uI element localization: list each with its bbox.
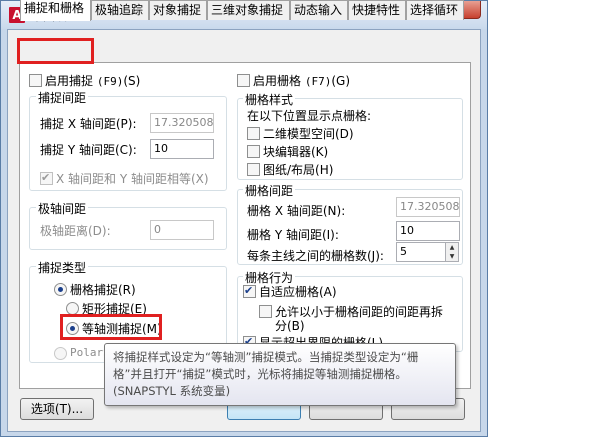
snap-spacing-title: 捕捉间距 — [36, 89, 89, 106]
snap-y-spacing-label: 捕捉 Y 轴间距(C): — [40, 143, 137, 157]
grid-snap-radio[interactable] — [54, 283, 67, 296]
grid-snap-label: 栅格捕捉(R) — [70, 283, 136, 297]
grid-x-spacing-input[interactable]: 17.3205080 — [396, 197, 460, 217]
enable-grid-checkbox[interactable] — [237, 74, 250, 87]
isometric-snap-label: 等轴测捕捉(M) — [82, 322, 162, 336]
grid-style-title: 栅格样式 — [243, 91, 296, 108]
tab-selection-cycling[interactable]: 选择循环 — [406, 0, 464, 20]
tab-dynamic-input[interactable]: 动态输入 — [290, 0, 348, 20]
enable-snap-checkbox[interactable] — [29, 74, 42, 87]
tooltip-line-2: 格”并且打开“捕捉”模式时，光标将捕捉等轴测捕捉栅格。 — [113, 367, 407, 381]
allow-subdivision-checkbox[interactable] — [259, 305, 272, 318]
rect-snap-label: 矩形捕捉(E) — [82, 302, 147, 316]
tab-polar-tracking[interactable]: 极轴追踪 — [91, 0, 149, 20]
grid-spacing-title: 栅格间距 — [243, 182, 296, 199]
model-space-checkbox[interactable] — [247, 127, 260, 140]
block-editor-checkbox[interactable] — [247, 145, 260, 158]
polar-distance-label: 极轴距离(D): — [40, 224, 111, 238]
grid-y-spacing-label: 栅格 Y 轴间距(I): — [247, 228, 339, 242]
rect-snap-radio[interactable] — [66, 302, 79, 315]
tooltip-line-1: 将捕捉样式设定为“等轴测”捕捉模式。当捕捉类型设定为“栅 — [113, 350, 419, 364]
allow-subdivision-label-2: 分(B) — [275, 319, 305, 333]
isometric-snap-radio[interactable] — [66, 322, 79, 335]
tab-3d-object-snap[interactable]: 三维对象捕捉 — [207, 0, 290, 20]
polar-spacing-title: 极轴间距 — [36, 200, 89, 217]
grid-style-hint: 在以下位置显示点栅格: — [247, 109, 372, 123]
major-line-spinner[interactable]: ▲ ▼ — [446, 242, 459, 262]
grid-y-spacing-input[interactable]: 10 — [396, 221, 460, 241]
equal-spacing-label: X 轴间距和 Y 轴间距相等(X) — [56, 172, 209, 186]
enable-snap-label: 启用捕捉 (F9)(S) — [45, 74, 141, 88]
tab-object-snap[interactable]: 对象捕捉 — [149, 0, 207, 20]
enable-grid-label: 启用栅格 (F7)(G) — [253, 74, 351, 88]
tab-quick-properties[interactable]: 快捷特性 — [348, 0, 406, 20]
major-line-input[interactable]: 5 — [396, 242, 446, 262]
equal-spacing-checkbox[interactable] — [40, 171, 53, 185]
tooltip-line-3: (SNAPSTYL 系统变量) — [113, 384, 231, 398]
block-editor-label: 块编辑器(K) — [263, 145, 329, 159]
options-button[interactable]: 选项(T)... — [20, 398, 94, 420]
adaptive-grid-label: 自适应栅格(A) — [259, 285, 337, 299]
snap-x-spacing-label: 捕捉 X 轴间距(P): — [40, 117, 137, 131]
tab-snap-and-grid[interactable]: 捕捉和栅格 — [20, 0, 91, 21]
model-space-label: 二维模型空间(D) — [263, 127, 354, 141]
sheet-layout-checkbox[interactable] — [247, 163, 260, 176]
snap-type-title: 捕捉类型 — [36, 259, 89, 276]
polar-snap-radio[interactable] — [54, 347, 67, 360]
adaptive-grid-checkbox[interactable] — [243, 284, 256, 298]
snap-y-spacing-input[interactable]: 10 — [150, 139, 214, 159]
sheet-layout-label: 图纸/布局(H) — [263, 163, 334, 177]
snap-x-spacing-input[interactable]: 17.3205080 — [150, 113, 214, 133]
polar-distance-input[interactable]: 0 — [150, 220, 214, 240]
isometric-snap-tooltip: 将捕捉样式设定为“等轴测”捕捉模式。当捕捉类型设定为“栅 格”并且打开“捕捉”模… — [104, 343, 456, 406]
grid-x-spacing-label: 栅格 X 轴间距(N): — [247, 204, 346, 218]
major-line-label: 每条主线之间的栅格数(J): — [247, 249, 384, 263]
